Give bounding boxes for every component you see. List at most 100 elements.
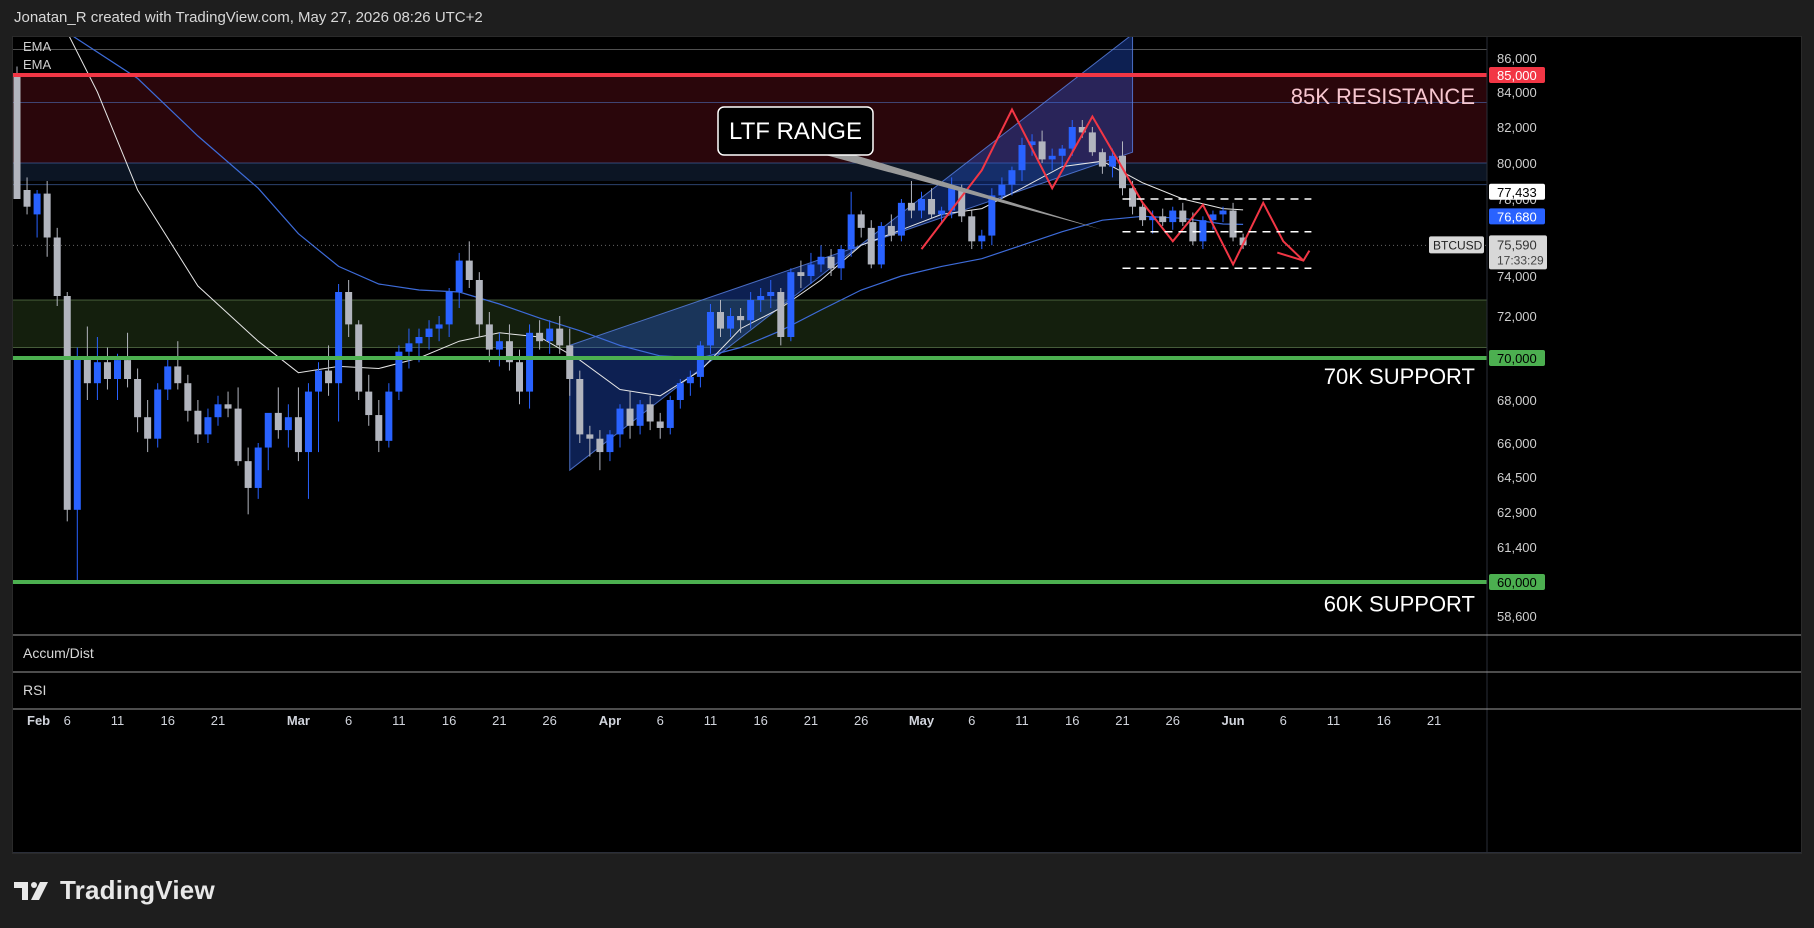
y-tick-label: 74,000 (1497, 269, 1537, 284)
candle-body (847, 214, 855, 250)
rsi-label[interactable]: RSI (23, 682, 46, 698)
candle-body (666, 400, 674, 428)
y-tick-label: 64,500 (1497, 470, 1537, 485)
candle-body (616, 408, 624, 435)
candle-body (124, 360, 132, 379)
y-tick-label: 68,000 (1497, 393, 1537, 408)
x-tick-label: 21 (1115, 713, 1129, 728)
x-tick-label: 16 (442, 713, 456, 728)
y-tick-label: 82,000 (1497, 120, 1537, 135)
candle-body (1229, 210, 1237, 238)
candle-body (596, 438, 604, 453)
resistance-annotation: 85K RESISTANCE (1291, 84, 1475, 109)
candle-body (114, 360, 121, 379)
candle-body (777, 292, 785, 337)
candle-body (485, 324, 493, 350)
candle-body (194, 410, 202, 435)
candle-body (184, 383, 192, 411)
candle-body (988, 195, 996, 236)
candle-body (325, 370, 333, 384)
candle-body (797, 272, 805, 276)
resistance-zone-lower-band (13, 163, 1487, 181)
x-tick-label: 11 (1327, 713, 1341, 728)
candle-body (1058, 148, 1066, 156)
candle-body (144, 417, 152, 439)
x-tick-label: 11 (1015, 713, 1029, 728)
candle-body (1139, 206, 1147, 221)
candle-body (304, 391, 312, 453)
candle-body (425, 328, 433, 337)
candle-body (546, 328, 554, 342)
candle-body (375, 415, 383, 441)
y-tick-label: 72,000 (1497, 309, 1537, 324)
y-tick-label: 62,900 (1497, 505, 1537, 520)
price-chart[interactable]: LTF RANGE 85K RESISTANCE 70K SUPPORT 60K SU… (13, 37, 1801, 853)
candle-body (526, 332, 534, 392)
candle-body (757, 296, 765, 300)
candle-body (73, 358, 81, 510)
x-tick-label: 11 (111, 713, 125, 728)
x-tick-label: 16 (1377, 713, 1391, 728)
ema-label-2[interactable]: EMA (23, 57, 51, 72)
candle-body (385, 391, 393, 441)
candle-body (365, 391, 373, 416)
x-tick-label: Apr (599, 713, 621, 728)
candle-body (405, 343, 413, 352)
candle-body (536, 332, 544, 342)
candle-body (1108, 155, 1116, 167)
candle-body (1088, 132, 1096, 153)
candle-body (717, 312, 724, 329)
candle-body (224, 404, 232, 409)
price-tag-ema-a: 77,433 (1497, 185, 1537, 200)
candle-body (93, 362, 101, 384)
y-tick-label: 86,000 (1497, 51, 1537, 66)
candle-body (264, 412, 272, 448)
candle-body (918, 199, 925, 211)
candle-body (807, 264, 815, 276)
attribution-header: Jonatan_R created with TradingView.com, … (14, 9, 483, 26)
y-tick-label: 80,000 (1497, 156, 1537, 171)
tradingview-logo[interactable]: TradingView (14, 875, 215, 906)
x-tick-label: Jun (1221, 713, 1244, 728)
candle-body (938, 210, 946, 215)
candle-body (817, 256, 825, 265)
candle-body (254, 447, 262, 488)
candle-body (696, 345, 704, 377)
x-tick-label: 26 (854, 713, 868, 728)
candle-body (566, 345, 574, 379)
candle-body (164, 366, 172, 390)
candle-body (586, 434, 594, 439)
candle-body (907, 202, 915, 211)
candle-body (204, 417, 212, 435)
candle-body (445, 292, 453, 325)
candle-body (656, 421, 664, 428)
candle-body (767, 292, 775, 296)
price-tag-85k: 85,000 (1497, 68, 1537, 83)
x-tick-label: 11 (704, 713, 718, 728)
candle-body (867, 227, 875, 265)
candle-body (887, 225, 895, 236)
candle-body (63, 296, 71, 510)
candle-body (83, 358, 91, 384)
candle-body (556, 328, 564, 346)
x-tick-label: 6 (657, 713, 664, 728)
y-tick-label: 84,000 (1497, 85, 1537, 100)
candle-body (415, 337, 423, 344)
chart-panel[interactable]: LTF RANGE 85K RESISTANCE 70K SUPPORT 60K SU… (12, 36, 1802, 854)
candle-body (928, 199, 936, 215)
candle-body (315, 370, 322, 392)
tradingview-logo-icon (14, 881, 48, 900)
ema-label-1[interactable]: EMA (23, 39, 51, 54)
accum-dist-label[interactable]: Accum/Dist (23, 645, 94, 661)
candle-body (646, 404, 654, 422)
candle-body (576, 379, 584, 435)
price-tag-70k: 70,000 (1497, 351, 1537, 366)
candle-body (636, 404, 644, 426)
candle-body (857, 214, 865, 228)
candle-body (1008, 170, 1016, 185)
candle-body (897, 202, 905, 236)
candle-body (435, 324, 443, 329)
candle-body (727, 316, 735, 329)
candle-body (335, 292, 343, 384)
x-tick-label: May (909, 713, 935, 728)
